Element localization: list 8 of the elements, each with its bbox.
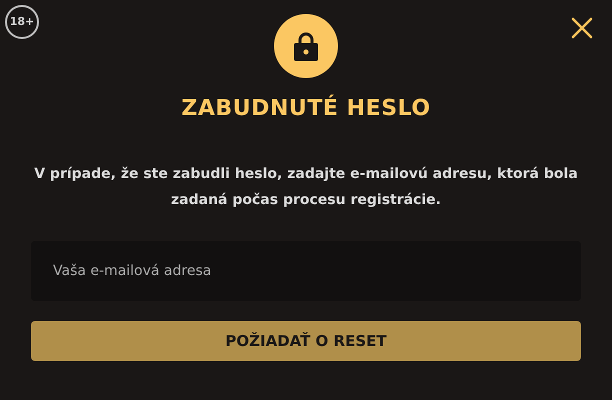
description-text: V prípade, že ste zabudli heslo, zadajte e-mailovú adresu, ktorá bola zadaná počas procesu registrácie.: [33, 165, 579, 210]
reset-button[interactable]: POŽIADAŤ O RESET: [31, 321, 581, 361]
age-badge: 18+: [5, 5, 39, 39]
close-icon: [570, 16, 594, 40]
close-button[interactable]: [570, 16, 594, 40]
lock-icon: [294, 31, 318, 61]
dialog-title: ZABUDNUTÉ HESLO: [181, 94, 431, 123]
email-field[interactable]: Vaša e-mailová adresa: [31, 241, 581, 301]
